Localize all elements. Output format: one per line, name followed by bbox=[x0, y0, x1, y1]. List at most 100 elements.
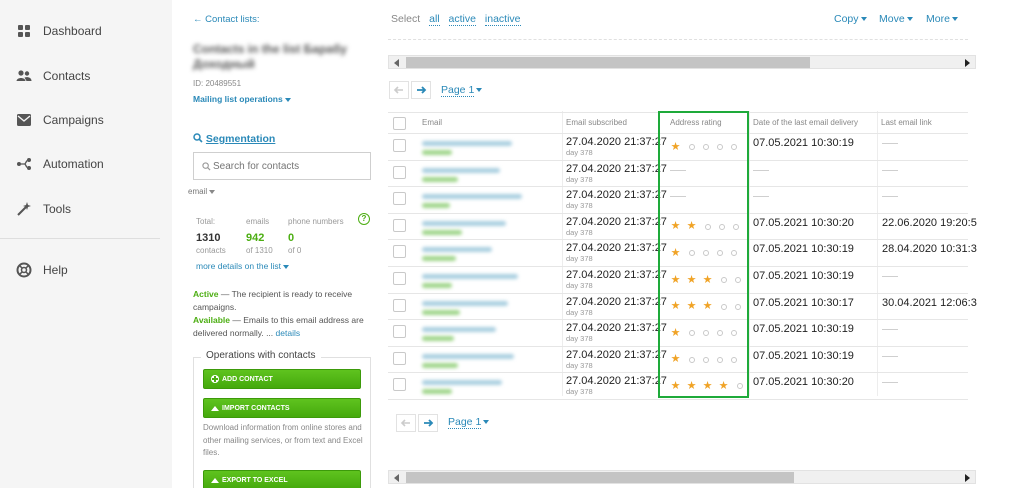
horizontal-scrollbar-bottom[interactable] bbox=[388, 470, 976, 484]
segmentation-link[interactable]: Segmentation bbox=[193, 133, 275, 145]
contacts-icon bbox=[16, 68, 32, 84]
filter-field-select[interactable]: email bbox=[188, 187, 216, 196]
next-page-button[interactable] bbox=[418, 414, 438, 432]
prev-page-button[interactable] bbox=[389, 81, 409, 99]
sidebar-item-dashboard[interactable]: Dashboard bbox=[0, 16, 172, 46]
subscribed-date: 27.04.2020 21:37:27 bbox=[566, 136, 667, 148]
row-checkbox[interactable] bbox=[393, 351, 406, 365]
next-page-button[interactable] bbox=[411, 81, 431, 99]
scroll-right-icon[interactable] bbox=[965, 474, 970, 482]
import-contacts-button[interactable]: IMPORT CONTACTS bbox=[203, 398, 361, 418]
column-divider bbox=[749, 111, 750, 396]
page-select-bottom[interactable]: Page 1 bbox=[448, 416, 490, 429]
sidebar-item-label: Tools bbox=[43, 202, 72, 216]
scroll-left-icon[interactable] bbox=[394, 474, 399, 482]
subscribed-day: day 378 bbox=[566, 281, 593, 290]
list-name-line: Доходный bbox=[193, 57, 255, 71]
email-address-redacted[interactable] bbox=[422, 300, 508, 306]
email-address-redacted[interactable] bbox=[422, 274, 518, 279]
address-rating-highlight bbox=[658, 111, 749, 398]
last-delivery-date: 07.05.2021 10:30:20 bbox=[753, 376, 854, 389]
more-dropdown[interactable]: More bbox=[926, 13, 958, 25]
sidebar-item-label: Dashboard bbox=[43, 24, 102, 38]
empty-value-dash bbox=[882, 196, 898, 198]
email-status-redacted bbox=[422, 203, 450, 209]
export-to-excel-button[interactable]: EXPORT TO EXCEL bbox=[203, 470, 361, 488]
row-checkbox[interactable] bbox=[393, 245, 406, 259]
more-label: More bbox=[926, 13, 950, 25]
stats-phones-caption: of 0 bbox=[288, 246, 302, 255]
copy-dropdown[interactable]: Copy bbox=[834, 13, 867, 25]
toolbar-divider bbox=[388, 39, 968, 40]
sidebar-item-campaigns[interactable]: Campaigns bbox=[0, 105, 172, 135]
add-contact-button[interactable]: ADD CONTACT bbox=[203, 369, 361, 389]
prev-page-button[interactable] bbox=[396, 414, 416, 432]
subscribed-date: 27.04.2020 21:37:27 bbox=[566, 348, 667, 361]
row-divider bbox=[388, 399, 968, 400]
select-inactive-link[interactable]: inactive bbox=[484, 13, 521, 26]
empty-value-dash bbox=[882, 355, 898, 357]
email-address-redacted[interactable] bbox=[422, 353, 514, 359]
subscribed-date: 27.04.2020 21:37:27 bbox=[566, 295, 667, 308]
column-header-email[interactable]: Email bbox=[422, 118, 442, 127]
email-address-redacted[interactable] bbox=[422, 380, 502, 386]
email-address-redacted[interactable] bbox=[422, 247, 492, 253]
row-checkbox[interactable] bbox=[393, 325, 406, 339]
email-address-redacted[interactable] bbox=[422, 167, 500, 173]
empty-value-dash bbox=[753, 196, 769, 198]
column-header-last-delivery[interactable]: Date of the last email delivery bbox=[753, 118, 858, 127]
subscribed-date: 27.04.2020 21:37:27 bbox=[566, 162, 667, 175]
select-active-link[interactable]: active bbox=[448, 13, 476, 26]
column-header-last-link[interactable]: Last email link bbox=[881, 118, 932, 127]
sidebar-item-tools[interactable]: Tools bbox=[0, 194, 172, 224]
select-all-link[interactable]: all bbox=[429, 13, 440, 26]
sidebar-item-label: Automation bbox=[43, 157, 104, 171]
mailing-list-operations-dropdown[interactable]: Mailing list operations bbox=[193, 94, 291, 104]
copy-label: Copy bbox=[834, 13, 859, 25]
row-checkbox[interactable] bbox=[393, 165, 406, 179]
upload-icon bbox=[211, 405, 219, 411]
contact-search-field[interactable] bbox=[193, 152, 371, 180]
sidebar-item-label: Help bbox=[43, 263, 68, 277]
back-to-lists-link[interactable]: ← Contact lists: bbox=[193, 14, 260, 25]
select-all-checkbox[interactable] bbox=[393, 117, 406, 130]
row-checkbox[interactable] bbox=[393, 192, 406, 206]
scrollbar-thumb[interactable] bbox=[406, 57, 810, 68]
more-details-link[interactable]: more details on the list bbox=[196, 261, 290, 271]
email-address-redacted[interactable] bbox=[422, 194, 522, 200]
row-checkbox[interactable] bbox=[393, 272, 406, 285]
subscribed-day: day 378 bbox=[566, 360, 593, 370]
row-checkbox[interactable] bbox=[393, 378, 406, 392]
stats-total-caption: contacts bbox=[196, 246, 226, 255]
move-dropdown[interactable]: Move bbox=[879, 13, 913, 25]
row-checkbox[interactable] bbox=[393, 218, 406, 232]
subscribed-date: 27.04.2020 21:37:27 bbox=[566, 189, 667, 202]
email-address-redacted[interactable] bbox=[422, 327, 496, 333]
email-status-redacted bbox=[422, 309, 460, 315]
column-header-subscribed[interactable]: Email subscribed bbox=[566, 118, 627, 127]
page-select-top[interactable]: Page 1 bbox=[441, 84, 483, 97]
sidebar-item-label: Campaigns bbox=[43, 113, 104, 127]
sidebar-item-help[interactable]: Help bbox=[0, 255, 172, 285]
search-input[interactable] bbox=[213, 158, 363, 174]
subscribed-day: day 378 bbox=[566, 174, 593, 184]
scrollbar-thumb[interactable] bbox=[406, 472, 794, 483]
subscribed-day: day 378 bbox=[566, 334, 593, 344]
last-delivery-date: 07.05.2021 10:30:17 bbox=[753, 296, 854, 309]
scroll-right-icon[interactable] bbox=[965, 59, 970, 67]
details-link[interactable]: details bbox=[276, 328, 301, 338]
email-address-redacted[interactable] bbox=[422, 141, 512, 146]
sidebar-item-contacts[interactable]: Contacts bbox=[0, 61, 172, 91]
empty-value-dash bbox=[882, 382, 898, 384]
horizontal-scrollbar-top[interactable] bbox=[388, 55, 976, 69]
list-id: ID: 20489551 bbox=[193, 79, 242, 88]
scroll-left-icon[interactable] bbox=[394, 59, 399, 67]
email-status-redacted bbox=[422, 362, 458, 368]
sidebar-item-automation[interactable]: Automation bbox=[0, 149, 172, 179]
row-checkbox[interactable] bbox=[393, 139, 406, 152]
import-contacts-label: IMPORT CONTACTS bbox=[222, 404, 290, 412]
column-divider bbox=[877, 111, 878, 396]
row-checkbox[interactable] bbox=[393, 298, 406, 312]
help-icon[interactable]: ? bbox=[358, 213, 370, 225]
email-address-redacted[interactable] bbox=[422, 220, 506, 226]
